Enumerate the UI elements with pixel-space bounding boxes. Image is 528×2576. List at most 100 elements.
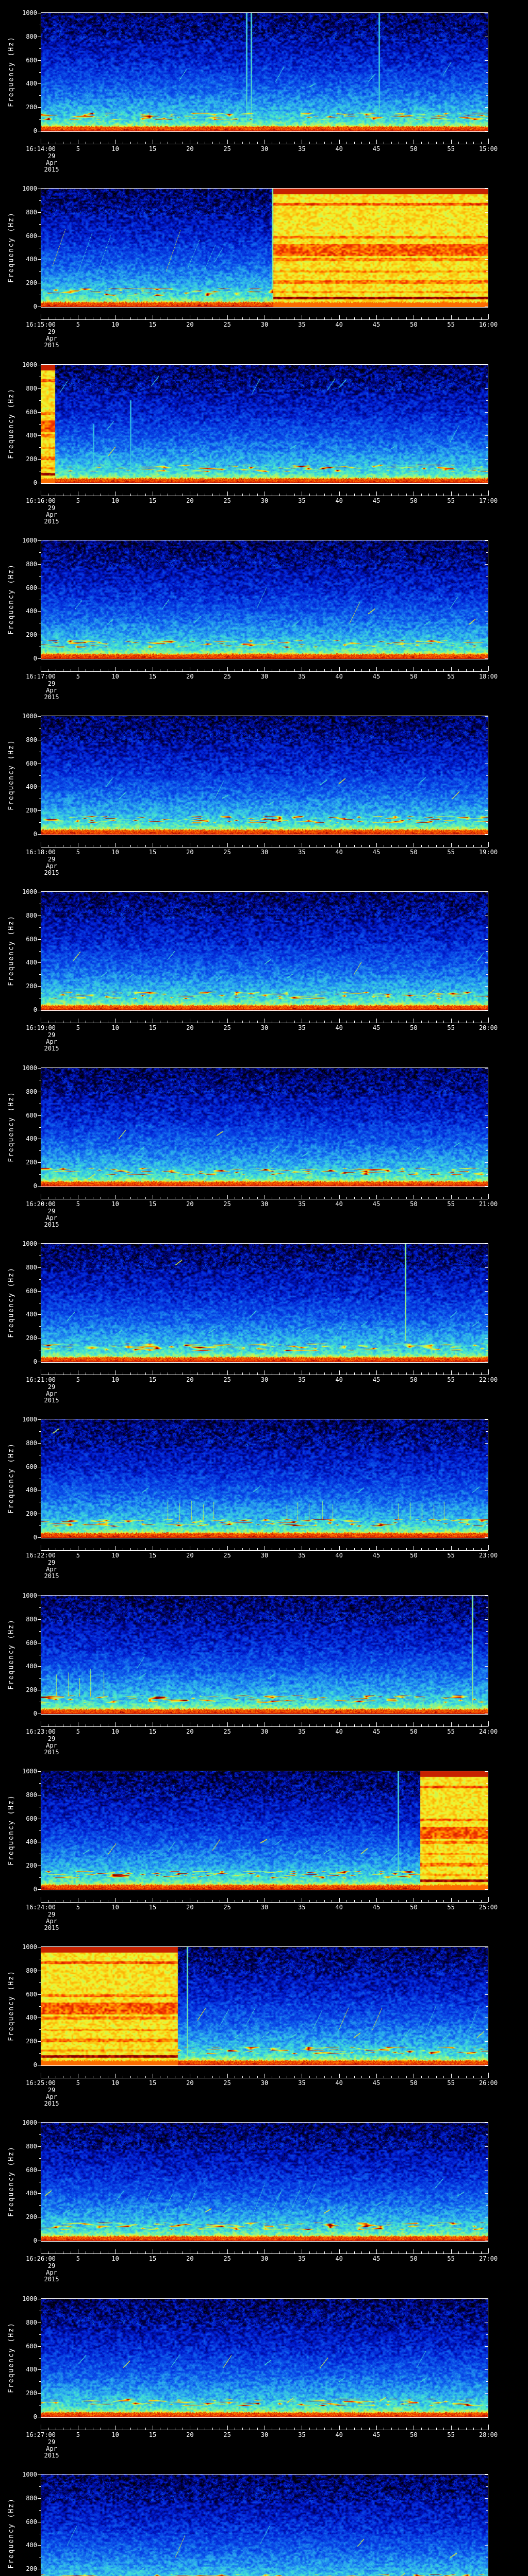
x-tick-mark — [279, 2428, 280, 2430]
x-tick-label: 35 — [298, 1200, 306, 1208]
x-tick-mark — [391, 2251, 392, 2253]
y-tick-label: 200 — [26, 1686, 37, 1694]
y-tick-mark — [486, 224, 488, 225]
x-start-time-label: 16:17:00 — [26, 673, 56, 680]
x-tick-label: 40 — [335, 497, 343, 504]
x-tick-label: 25 — [223, 673, 231, 680]
x-tick-mark — [458, 1021, 459, 1023]
y-tick-label: 600 — [26, 232, 37, 240]
x-tick-mark — [406, 494, 407, 496]
x-tick-mark — [309, 142, 310, 144]
x-tick-mark — [451, 2249, 452, 2253]
x-tick-mark — [406, 845, 407, 847]
x-tick-mark — [145, 2251, 146, 2253]
y-tick-mark — [485, 1115, 488, 1116]
y-tick-mark — [486, 927, 488, 928]
spectrogram-panel: Frequency (Hz) 0 200 400 600 800 1000 16:21:00… — [0, 1231, 528, 1406]
y-tick-label: 800 — [26, 1791, 37, 1799]
x-tick-mark — [473, 1900, 474, 1902]
x-tick-mark — [391, 142, 392, 144]
x-start-time-label: 16:18:00 — [26, 849, 56, 856]
x-tick-label: 45 — [372, 1376, 381, 1383]
y-tick-label: 400 — [26, 2541, 37, 2549]
y-tick-label: 800 — [26, 911, 37, 919]
x-tick-mark — [481, 1197, 482, 1199]
x-tick-mark — [481, 669, 482, 671]
x-tick-label: 50 — [410, 1728, 418, 1735]
y-tick-mark — [38, 540, 41, 541]
x-tick-mark — [458, 845, 459, 847]
x-tick-mark — [428, 142, 429, 144]
x-tick-mark — [361, 494, 362, 496]
x-tick-mark — [391, 669, 392, 671]
x-tick-mark — [473, 142, 474, 144]
spectrogram-panel: Frequency (Hz) 0 200 400 600 800 1000 16:18:00… — [0, 703, 528, 879]
y-tick-label: 200 — [26, 2389, 37, 2397]
x-tick-label: 45 — [372, 2079, 381, 2087]
x-tick-mark — [324, 1197, 325, 1199]
y-tick-mark — [39, 2334, 41, 2335]
x-tick-mark — [309, 494, 310, 496]
x-tick-mark — [354, 1372, 355, 1375]
x-tick-mark — [376, 1722, 377, 1726]
y-tick-label: 200 — [26, 2038, 37, 2045]
x-tick-label: 15 — [148, 1904, 157, 1911]
y-tick-mark — [39, 822, 41, 823]
x-tick-mark — [339, 667, 340, 671]
y-tick-mark — [485, 540, 488, 541]
y-tick-label: 200 — [26, 807, 37, 815]
date-line: 2015 — [44, 2452, 59, 2459]
y-tick-label: 800 — [26, 384, 37, 392]
y-tick-mark — [485, 2170, 488, 2171]
spectrogram-image — [41, 1068, 488, 1187]
x-tick-mark — [376, 1370, 377, 1375]
y-tick-mark — [39, 2006, 41, 2007]
x-tick-mark — [279, 845, 280, 847]
x-tick-mark — [481, 142, 482, 144]
x-tick-mark — [481, 845, 482, 847]
x-tick-mark — [391, 1021, 392, 1023]
x-tick-mark — [361, 1724, 362, 1726]
x-tick-mark — [458, 142, 459, 144]
x-tick-mark — [257, 669, 258, 671]
x-tick-label: 45 — [372, 1904, 381, 1911]
x-tick-mark — [197, 1372, 198, 1375]
date-line: 2015 — [44, 1221, 59, 1228]
y-tick-label: 200 — [26, 279, 37, 287]
x-tick-label: 25 — [223, 1024, 231, 1031]
y-tick-mark — [486, 48, 488, 49]
y-tick-label: 800 — [26, 1088, 37, 1095]
x-tick-mark — [421, 2251, 422, 2253]
x-tick-mark — [346, 1548, 347, 1550]
x-tick-mark — [473, 1548, 474, 1550]
x-tick-label: 10 — [111, 145, 119, 152]
x-tick-label: 30 — [260, 1904, 269, 1911]
y-axis-title: Frequency (Hz) — [7, 915, 15, 986]
y-tick-mark — [486, 2381, 488, 2382]
y-tick-label: 800 — [26, 1615, 37, 1623]
y-tick-mark — [39, 447, 41, 448]
x-tick-mark — [346, 1900, 347, 1902]
x-tick-mark — [369, 1724, 370, 1726]
y-tick-mark — [39, 927, 41, 928]
x-tick-mark — [421, 142, 422, 144]
x-tick-mark — [369, 1548, 370, 1550]
y-tick-mark — [38, 1771, 41, 1772]
x-end-time-label: 25:00 — [478, 1904, 498, 1911]
x-tick-mark — [458, 1548, 459, 1550]
x-tick-label: 30 — [260, 1376, 269, 1383]
x-start-time-label: 16:24:00 — [26, 1904, 56, 1911]
x-start-time-label: 16:21:00 — [26, 1376, 56, 1383]
x-tick-label: 5 — [76, 2431, 80, 2438]
x-tick-mark — [212, 1548, 213, 1550]
x-tick-mark — [436, 494, 437, 496]
y-axis-title: Frequency (Hz) — [7, 1794, 15, 1866]
x-tick-mark — [279, 1900, 280, 1902]
x-tick-mark — [294, 669, 295, 671]
x-tick-mark — [212, 1900, 213, 1902]
x-tick-mark — [294, 1900, 295, 1902]
x-tick-mark — [212, 669, 213, 671]
y-tick-mark — [485, 810, 488, 811]
x-tick-label: 25 — [223, 497, 231, 504]
x-tick-mark — [354, 669, 355, 671]
